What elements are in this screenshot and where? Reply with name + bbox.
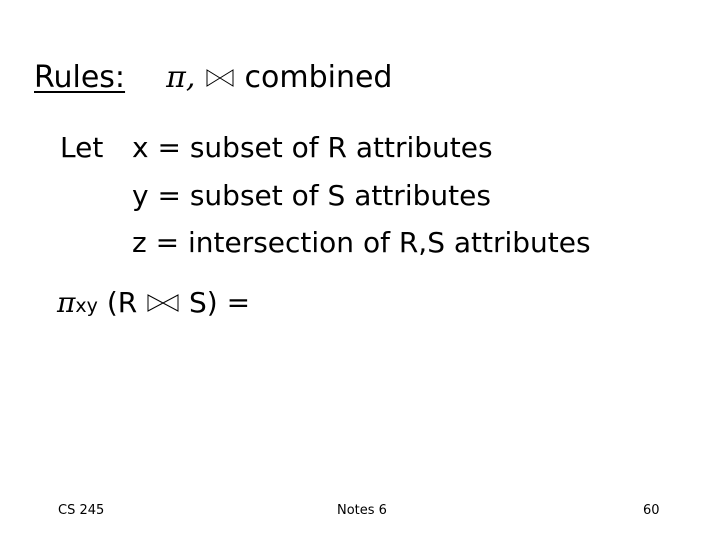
footer-page-number: 60 bbox=[643, 503, 660, 518]
title-suffix: combined bbox=[244, 60, 393, 95]
footer-notes: Notes 6 bbox=[337, 503, 387, 518]
slide-title: Rules: π, combined bbox=[34, 58, 392, 99]
definition-x: x = subset of R attributes bbox=[132, 131, 493, 164]
formula-subscript: xy bbox=[75, 295, 98, 317]
bowtie-join-icon bbox=[205, 59, 235, 99]
pi-symbol: π, bbox=[166, 60, 196, 95]
projection-formula: πxy (R S) = bbox=[57, 285, 250, 324]
formula-equals: = bbox=[226, 286, 251, 319]
let-label: Let bbox=[60, 131, 104, 164]
footer-course: CS 245 bbox=[58, 503, 105, 518]
title-label: Rules: bbox=[34, 60, 126, 95]
definition-z: z = intersection of R,S attributes bbox=[132, 226, 591, 259]
bowtie-join-icon bbox=[146, 286, 180, 322]
pi-symbol: π bbox=[57, 286, 76, 319]
formula-open: (R bbox=[106, 286, 138, 319]
formula-close: S) bbox=[189, 286, 218, 319]
definition-y: y = subset of S attributes bbox=[132, 179, 491, 212]
